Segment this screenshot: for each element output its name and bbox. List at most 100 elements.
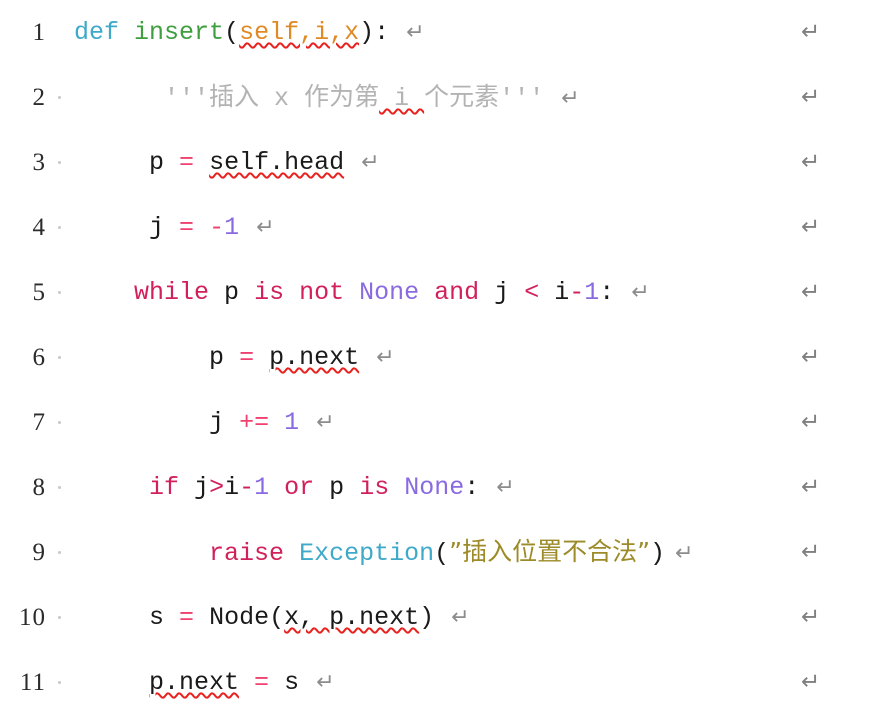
code-token: i	[554, 278, 570, 307]
code-token: j	[149, 213, 165, 242]
code-token: while	[134, 278, 210, 307]
indent-dot-icon	[46, 520, 72, 585]
code-line[interactable]: 2 '''插入 x 作为第 i 个元素''' ↵ ↵	[0, 65, 877, 130]
code-token: '''	[499, 84, 545, 113]
code-token: is not	[254, 278, 345, 307]
code-token: :	[464, 473, 480, 502]
inline-return-icon: ↵	[675, 541, 694, 566]
inline-return-icon: ↵	[354, 150, 380, 175]
paragraph-return-icon: ↵	[801, 669, 821, 695]
code-token: self,i,x	[239, 18, 360, 47]
inline-return-icon: ↵	[624, 280, 650, 305]
code-token: def	[74, 18, 120, 47]
code-token: (	[434, 539, 450, 568]
code-text[interactable]: raise Exception(”插入位置不合法”) ↵	[72, 539, 783, 566]
code-token: =	[179, 213, 195, 242]
code-text[interactable]: p.next = s ↵	[72, 670, 783, 695]
paragraph-return-icon: ↵	[801, 279, 821, 305]
code-token: i	[224, 473, 240, 502]
paragraph-return-icon: ↵	[801, 344, 821, 370]
code-token: =	[239, 343, 255, 372]
line-number: 7	[32, 409, 46, 436]
code-token: p	[224, 278, 240, 307]
code-text[interactable]: '''插入 x 作为第 i 个元素''' ↵	[72, 84, 783, 111]
code-token: s	[284, 668, 300, 697]
code-line[interactable]: 5 while p is not None and j < i-1: ↵ ↵	[0, 260, 877, 325]
line-number: 6	[32, 344, 46, 371]
indent-dot-icon	[46, 390, 72, 455]
code-token: )	[359, 18, 375, 47]
code-token: p	[209, 343, 225, 372]
code-token: Node	[209, 603, 270, 632]
paragraph-return-icon: ↵	[801, 604, 821, 630]
inline-return-icon: ↵	[309, 670, 335, 695]
inline-return-icon: ↵	[444, 605, 470, 630]
code-token: 作为第	[304, 82, 380, 111]
code-text[interactable]: j += 1 ↵	[72, 410, 783, 435]
indent-dot-icon	[46, 130, 72, 195]
indent-dot-icon	[46, 325, 72, 390]
code-token: raise	[209, 539, 285, 568]
code-line[interactable]: 7 j += 1 ↵ ↵	[0, 390, 877, 455]
code-line[interactable]: 8 if j>i-1 or p is None: ↵ ↵	[0, 455, 877, 520]
code-token: 插入位置不合法	[462, 537, 638, 566]
code-token: :	[599, 278, 615, 307]
code-token: <	[524, 278, 540, 307]
code-token: s	[149, 603, 165, 632]
indent-dot-icon	[46, 65, 72, 130]
code-token: 1	[284, 408, 300, 437]
code-token: i	[379, 84, 425, 113]
code-line[interactable]: 4 j = -1 ↵ ↵	[0, 195, 877, 260]
inline-return-icon: ↵	[399, 20, 425, 45]
inline-return-icon: ↵	[309, 410, 335, 435]
code-text[interactable]: while p is not None and j < i-1: ↵	[72, 280, 783, 305]
code-text[interactable]: p = self.head ↵	[72, 150, 783, 175]
code-text[interactable]: s = Node(x, p.next) ↵	[72, 605, 783, 630]
inline-return-icon: ↵	[249, 215, 275, 240]
code-line[interactable]: 11 p.next = s ↵ ↵	[0, 650, 877, 715]
code-token: None	[404, 473, 465, 502]
code-text[interactable]: if j>i-1 or p is None: ↵	[72, 475, 783, 500]
line-number: 8	[32, 474, 46, 501]
code-line[interactable]: 1 def insert(self,i,x): ↵ ↵	[0, 0, 877, 65]
indent-dot-icon	[46, 455, 72, 520]
code-token: )	[650, 539, 666, 568]
code-text[interactable]: def insert(self,i,x): ↵	[72, 20, 783, 45]
code-token: =	[179, 603, 195, 632]
code-token: x	[259, 84, 305, 113]
code-token: -	[209, 213, 225, 242]
indent-dot-icon	[46, 195, 72, 260]
line-number: 4	[32, 214, 46, 241]
indent-dot-icon	[46, 260, 72, 325]
code-line[interactable]: 9 raise Exception(”插入位置不合法”) ↵ ↵	[0, 520, 877, 585]
code-token: j	[494, 278, 510, 307]
code-line[interactable]: 10 s = Node(x, p.next) ↵ ↵	[0, 585, 877, 650]
code-token: x, p.next	[284, 603, 420, 632]
paragraph-return-icon: ↵	[801, 539, 821, 565]
line-number: 5	[32, 279, 46, 306]
code-token: None	[359, 278, 420, 307]
code-text[interactable]: j = -1 ↵	[72, 215, 783, 240]
code-line[interactable]: 6 p = p.next ↵ ↵	[0, 325, 877, 390]
code-token: :	[374, 18, 390, 47]
code-token: )	[419, 603, 435, 632]
code-token: '''	[164, 84, 210, 113]
code-token: p.next	[149, 668, 240, 697]
code-listing: 1 def insert(self,i,x): ↵ ↵ 2 '''插入 x 作为第 i…	[0, 0, 877, 721]
code-text[interactable]: p = p.next ↵	[72, 345, 783, 370]
code-line[interactable]: 3 p = self.head ↵ ↵	[0, 130, 877, 195]
code-token: 插入	[209, 82, 260, 111]
